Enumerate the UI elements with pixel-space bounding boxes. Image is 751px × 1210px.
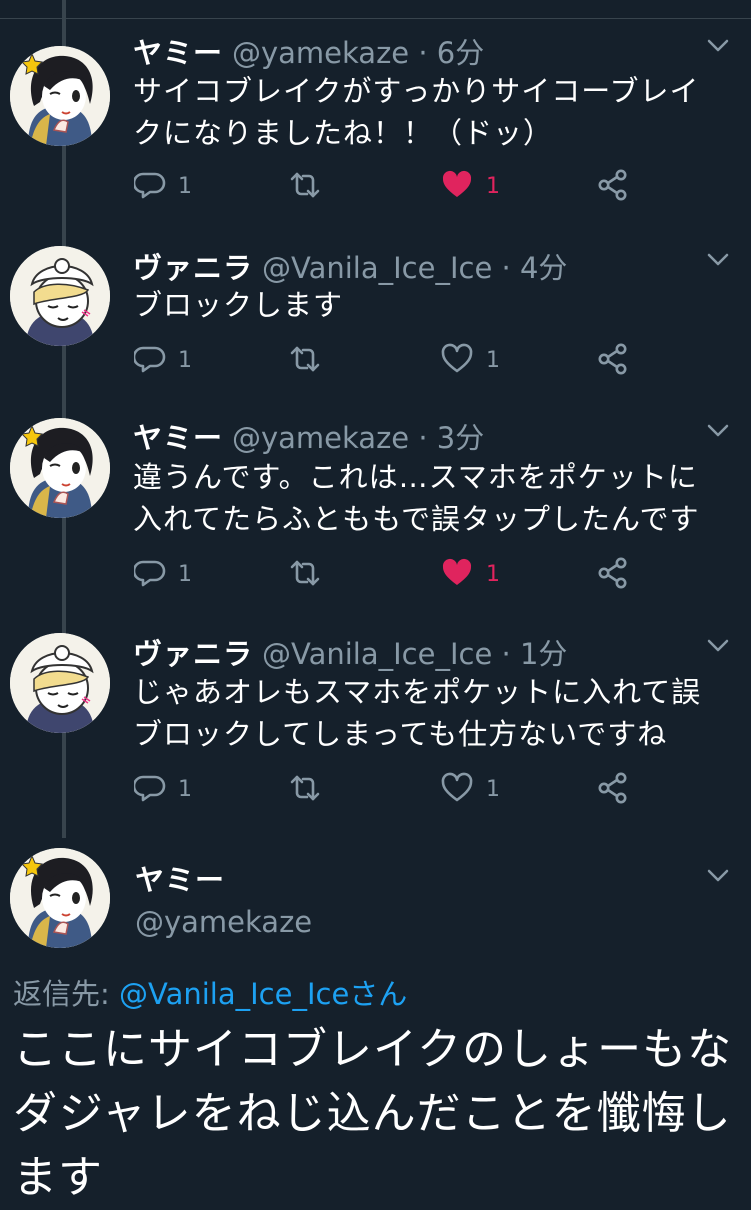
handle-timestamp: @Vanila_Ice_Ice · 4分 (262, 251, 568, 285)
character-avatar-icon (10, 848, 110, 948)
character-avatar-icon (10, 246, 110, 346)
tweet-text: じゃあオレもスマホをポケットに入れて誤 ブロックしてしまっても仕方ないですね (133, 675, 702, 751)
chevron-down-icon[interactable] (706, 638, 730, 654)
share-icon[interactable] (596, 342, 630, 376)
like-count: 1 (486, 562, 500, 587)
handle-timestamp: @Vanila_Ice_Ice · 1分 (262, 637, 568, 671)
handle-timestamp: @yamekaze · 6分 (232, 36, 485, 70)
reply-icon[interactable] (134, 342, 168, 376)
tweet-text: 違うんです。これは…スマホをポケットに 入れてたらふとももで誤タップしたんです (133, 460, 700, 536)
share-icon[interactable] (596, 556, 630, 590)
avatar[interactable] (10, 46, 110, 146)
character-avatar-icon (10, 418, 110, 518)
chevron-down-icon[interactable] (706, 252, 730, 268)
chevron-down-icon[interactable] (706, 423, 730, 439)
retweet-icon[interactable] (288, 168, 322, 202)
tweet-text: サイコブレイクがすっかりサイコーブレイ クになりましたね！！（ドッ） (133, 74, 700, 150)
top-divider (0, 18, 751, 19)
reply-icon[interactable] (134, 771, 168, 805)
share-icon[interactable] (596, 168, 630, 202)
heart-filled-icon[interactable] (440, 168, 474, 202)
retweet-icon[interactable] (288, 556, 322, 590)
display-name[interactable]: ヤミー (133, 30, 223, 72)
retweet-icon[interactable] (288, 771, 322, 805)
chevron-down-icon[interactable] (706, 38, 730, 54)
reply-to-label: 返信先: (13, 977, 119, 1011)
reply-count: 1 (178, 174, 192, 199)
display-name[interactable]: ヴァニラ (133, 245, 253, 287)
focused-tweet-text: ここにサイコブレイクのしょーもな ダジャレをねじ込んだことを懺悔し ます (13, 1024, 733, 1203)
share-icon[interactable] (596, 771, 630, 805)
handle[interactable]: @yamekaze (135, 905, 312, 939)
like-count: 1 (486, 174, 500, 199)
retweet-icon[interactable] (288, 342, 322, 376)
heart-icon[interactable] (440, 342, 474, 376)
reply-count: 1 (178, 562, 192, 587)
character-avatar-icon (10, 46, 110, 146)
like-count: 1 (486, 348, 500, 373)
like-count: 1 (486, 777, 500, 802)
character-avatar-icon (10, 633, 110, 733)
display-name[interactable]: ヤミー (135, 857, 225, 899)
handle-timestamp: @yamekaze · 3分 (232, 421, 485, 455)
reply-count: 1 (178, 348, 192, 373)
reply-to-line: 返信先: @Vanila_Ice_Iceさん (13, 971, 407, 1013)
chevron-down-icon[interactable] (706, 868, 730, 884)
display-name[interactable]: ヤミー (133, 415, 223, 457)
avatar[interactable] (10, 418, 110, 518)
reply-count: 1 (178, 777, 192, 802)
display-name[interactable]: ヴァニラ (133, 631, 253, 673)
avatar[interactable] (10, 848, 110, 948)
avatar[interactable] (10, 633, 110, 733)
reply-to-mention[interactable]: @Vanila_Ice_Iceさん (119, 977, 407, 1011)
tweet-text: ブロックします (133, 288, 344, 322)
reply-icon[interactable] (134, 168, 168, 202)
heart-icon[interactable] (440, 771, 474, 805)
avatar[interactable] (10, 246, 110, 346)
heart-filled-icon[interactable] (440, 556, 474, 590)
reply-icon[interactable] (134, 556, 168, 590)
